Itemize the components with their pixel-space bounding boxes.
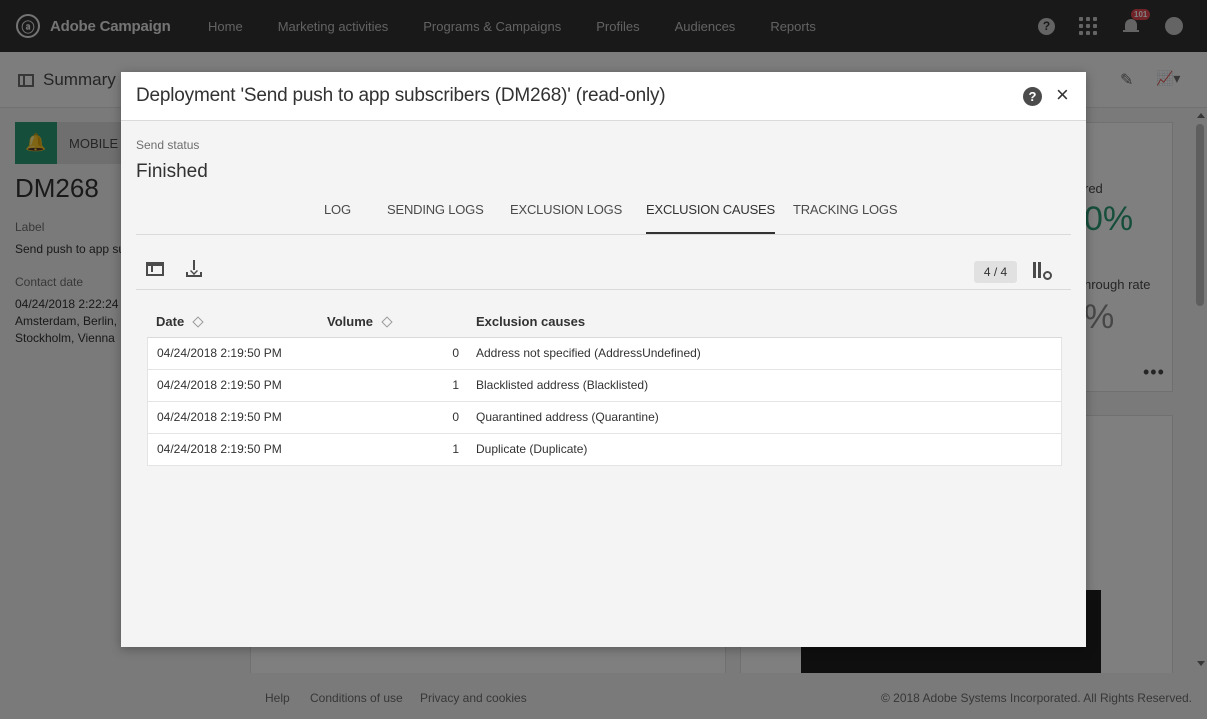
- cell-volume: 1: [452, 442, 459, 456]
- send-status-label: Send status: [136, 138, 200, 152]
- sort-icon[interactable]: [381, 315, 393, 328]
- sort-icon[interactable]: [192, 315, 204, 328]
- cell-date: 04/24/2018 2:19:50 PM: [157, 346, 282, 360]
- side-panel-toggle-icon[interactable]: [146, 262, 164, 276]
- column-header-date[interactable]: Date: [156, 314, 204, 329]
- cell-volume: 1: [452, 378, 459, 392]
- close-icon[interactable]: ×: [1056, 83, 1069, 107]
- table-row[interactable]: 04/24/2018 2:19:50 PM 0 Address not spec…: [147, 338, 1062, 370]
- table-toolbar: 4 / 4: [136, 256, 1071, 290]
- column-header-volume[interactable]: Volume: [327, 314, 393, 329]
- dialog-header: Deployment 'Send push to app subscribers…: [121, 72, 1086, 121]
- cell-date: 04/24/2018 2:19:50 PM: [157, 410, 282, 424]
- tab-log[interactable]: LOG: [324, 202, 351, 234]
- help-icon[interactable]: ?: [1023, 87, 1042, 106]
- cell-volume: 0: [452, 346, 459, 360]
- dialog-title: Deployment 'Send push to app subscribers…: [136, 85, 666, 106]
- tab-tracking-logs[interactable]: TRACKING LOGS: [793, 202, 898, 234]
- cell-date: 04/24/2018 2:19:50 PM: [157, 378, 282, 392]
- download-icon[interactable]: [185, 260, 203, 278]
- deployment-dialog: Deployment 'Send push to app subscribers…: [121, 72, 1086, 647]
- cell-cause: Address not specified (AddressUndefined): [476, 346, 701, 360]
- cell-cause: Blacklisted address (Blacklisted): [476, 378, 649, 392]
- cell-volume: 0: [452, 410, 459, 424]
- tab-exclusion-causes[interactable]: EXCLUSION CAUSES: [646, 202, 775, 234]
- tab-exclusion-logs[interactable]: EXCLUSION LOGS: [510, 202, 622, 234]
- cell-cause: Duplicate (Duplicate): [476, 442, 588, 456]
- cell-cause: Quarantined address (Quarantine): [476, 410, 659, 424]
- exclusion-causes-table: Date Volume Exclusion causes 04/24/2018 …: [147, 305, 1062, 466]
- tab-sending-logs[interactable]: SENDING LOGS: [387, 202, 484, 234]
- table-row[interactable]: 04/24/2018 2:19:50 PM 1 Blacklisted addr…: [147, 370, 1062, 402]
- configure-columns-icon[interactable]: [1033, 262, 1053, 280]
- table-header: Date Volume Exclusion causes: [147, 305, 1062, 338]
- record-count-badge: 4 / 4: [974, 261, 1017, 283]
- table-row[interactable]: 04/24/2018 2:19:50 PM 1 Duplicate (Dupli…: [147, 434, 1062, 466]
- log-tabs: LOG SENDING LOGS EXCLUSION LOGS EXCLUSIO…: [136, 188, 1071, 235]
- table-row[interactable]: 04/24/2018 2:19:50 PM 0 Quarantined addr…: [147, 402, 1062, 434]
- send-status-value: Finished: [136, 161, 208, 182]
- cell-date: 04/24/2018 2:19:50 PM: [157, 442, 282, 456]
- column-header-exclusion-causes: Exclusion causes: [476, 314, 586, 329]
